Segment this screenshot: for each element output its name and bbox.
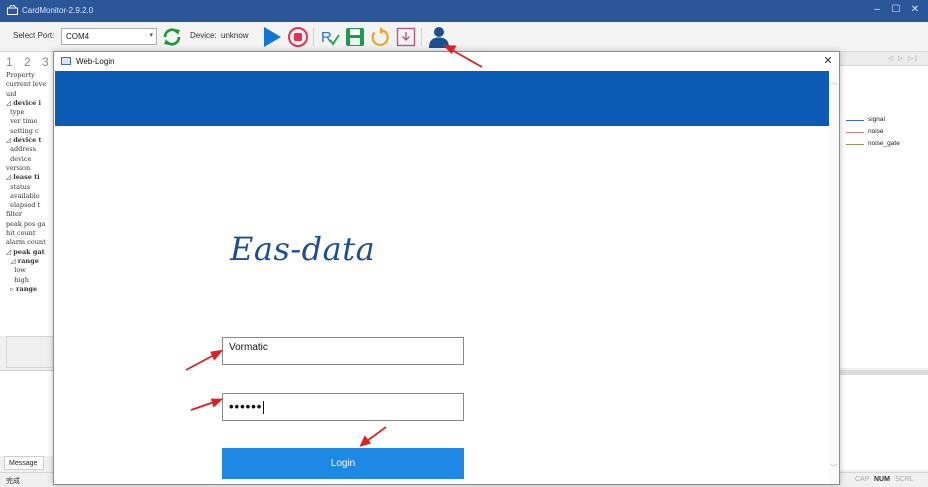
tab-message[interactable]: Message [4,456,44,470]
dialog-title-bar: Web-Login ✕ [54,52,839,71]
tree-item[interactable]: peak pos ga [6,220,54,229]
device-label: Device: [190,31,217,40]
save-icon[interactable] [343,25,367,49]
tree-item[interactable]: type [6,108,54,117]
close-window-button[interactable]: ✕ [906,3,924,17]
tree-item[interactable]: status [6,183,54,192]
reset-icon[interactable] [368,25,392,49]
dialog-title: Web-Login [76,57,115,66]
panel-nav-arrows[interactable]: ◁ ▷ ▷| [888,55,919,62]
tree-item[interactable]: elapsed t [6,201,54,210]
window-icon [61,57,71,65]
user-icon[interactable] [427,25,451,49]
toolbar: Select Port: COM4 ▾ Device: unknow R [0,22,928,52]
port-label: Select Port: [13,31,55,40]
description-box [6,336,54,368]
chevron-down-icon: ▾ [149,32,153,39]
text-caret [263,401,265,415]
chart-panel [836,52,928,368]
page-tabs[interactable]: 1 2 3 [6,55,53,69]
port-value: COM4 [66,32,90,41]
app-icon [7,5,18,15]
password-input[interactable]: •••••• [222,393,464,421]
download-icon[interactable] [394,25,418,49]
tree-item[interactable]: current leve [6,80,54,89]
dialog-scrollbar[interactable]: ︿ ﹀ [829,71,839,484]
legend-swatch [846,120,864,121]
legend-item: noise_gate [846,138,900,150]
tree-item[interactable]: device [6,155,54,164]
cap-indicator: CAP [855,476,870,483]
tree-item[interactable]: ◿ peak gat [6,248,54,257]
right-lower-pane [836,370,928,470]
tree-item[interactable]: ver time [6,117,54,126]
legend-label: signal [868,116,885,123]
legend-swatch [846,144,864,145]
tree-item[interactable]: ◿ device i [6,99,54,108]
tree-item[interactable]: ◿ range [6,257,54,266]
web-login-dialog: Web-Login ✕ ︿ ﹀ Eas-data Vormatic ••••••… [53,51,840,485]
username-input[interactable]: Vormatic [222,337,464,365]
tree-item[interactable]: ◿ device t [6,136,54,145]
device-value: unknow [221,31,249,40]
message-pane [0,370,54,456]
chart-legend: signal noise noise_gate [846,114,900,150]
num-indicator: NUM [874,476,890,483]
legend-swatch [846,132,864,133]
window-title: CardMonitor-2.9.2.0 [22,6,94,15]
tree-item[interactable]: alarm count [6,238,54,247]
tree-item[interactable]: ▹ range [6,285,54,294]
legend-item: signal [846,114,900,126]
password-mask: •••••• [229,399,263,414]
login-button[interactable]: Login [222,448,464,479]
header-banner [55,71,829,126]
scroll-up-icon[interactable]: ︿ [829,77,839,87]
close-icon[interactable]: ✕ [821,54,835,68]
tree-item[interactable]: address [6,145,54,154]
tree-item[interactable]: hit count [6,229,54,238]
tree-item[interactable]: high [6,276,54,285]
toolbar-separator [421,28,422,46]
refresh-icon[interactable] [160,25,184,49]
svg-text:R: R [321,29,332,46]
toolbar-separator [313,28,314,46]
scroll-down-icon[interactable]: ﹀ [829,463,839,473]
property-tree: Property current leve uid ◿ device i typ… [6,71,54,294]
tree-item[interactable]: Property [6,71,54,80]
tree-item[interactable]: version [6,164,54,173]
tree-item[interactable]: setting c [6,127,54,136]
stop-icon[interactable] [286,25,310,49]
legend-label: noise_gate [868,140,900,147]
tree-item[interactable]: low [6,266,54,275]
tree-item[interactable]: available [6,192,54,201]
brand-logo: Eas-data [230,230,376,268]
maximize-button[interactable]: ☐ [887,3,905,17]
minimize-button[interactable]: – [868,3,886,17]
status-text: 完成 [6,478,20,485]
verify-icon[interactable]: R [318,25,342,49]
scrl-indicator: SCRL [895,476,914,483]
tree-item[interactable]: ◿ lease ti [6,173,54,182]
port-select[interactable]: COM4 ▾ [61,28,157,45]
legend-label: noise [868,128,884,135]
tree-item[interactable]: filter [6,210,54,219]
title-bar: CardMonitor-2.9.2.0 – ☐ ✕ [0,0,928,22]
play-icon[interactable] [260,25,284,49]
tree-item[interactable]: uid [6,90,54,99]
legend-item: noise [846,126,900,138]
